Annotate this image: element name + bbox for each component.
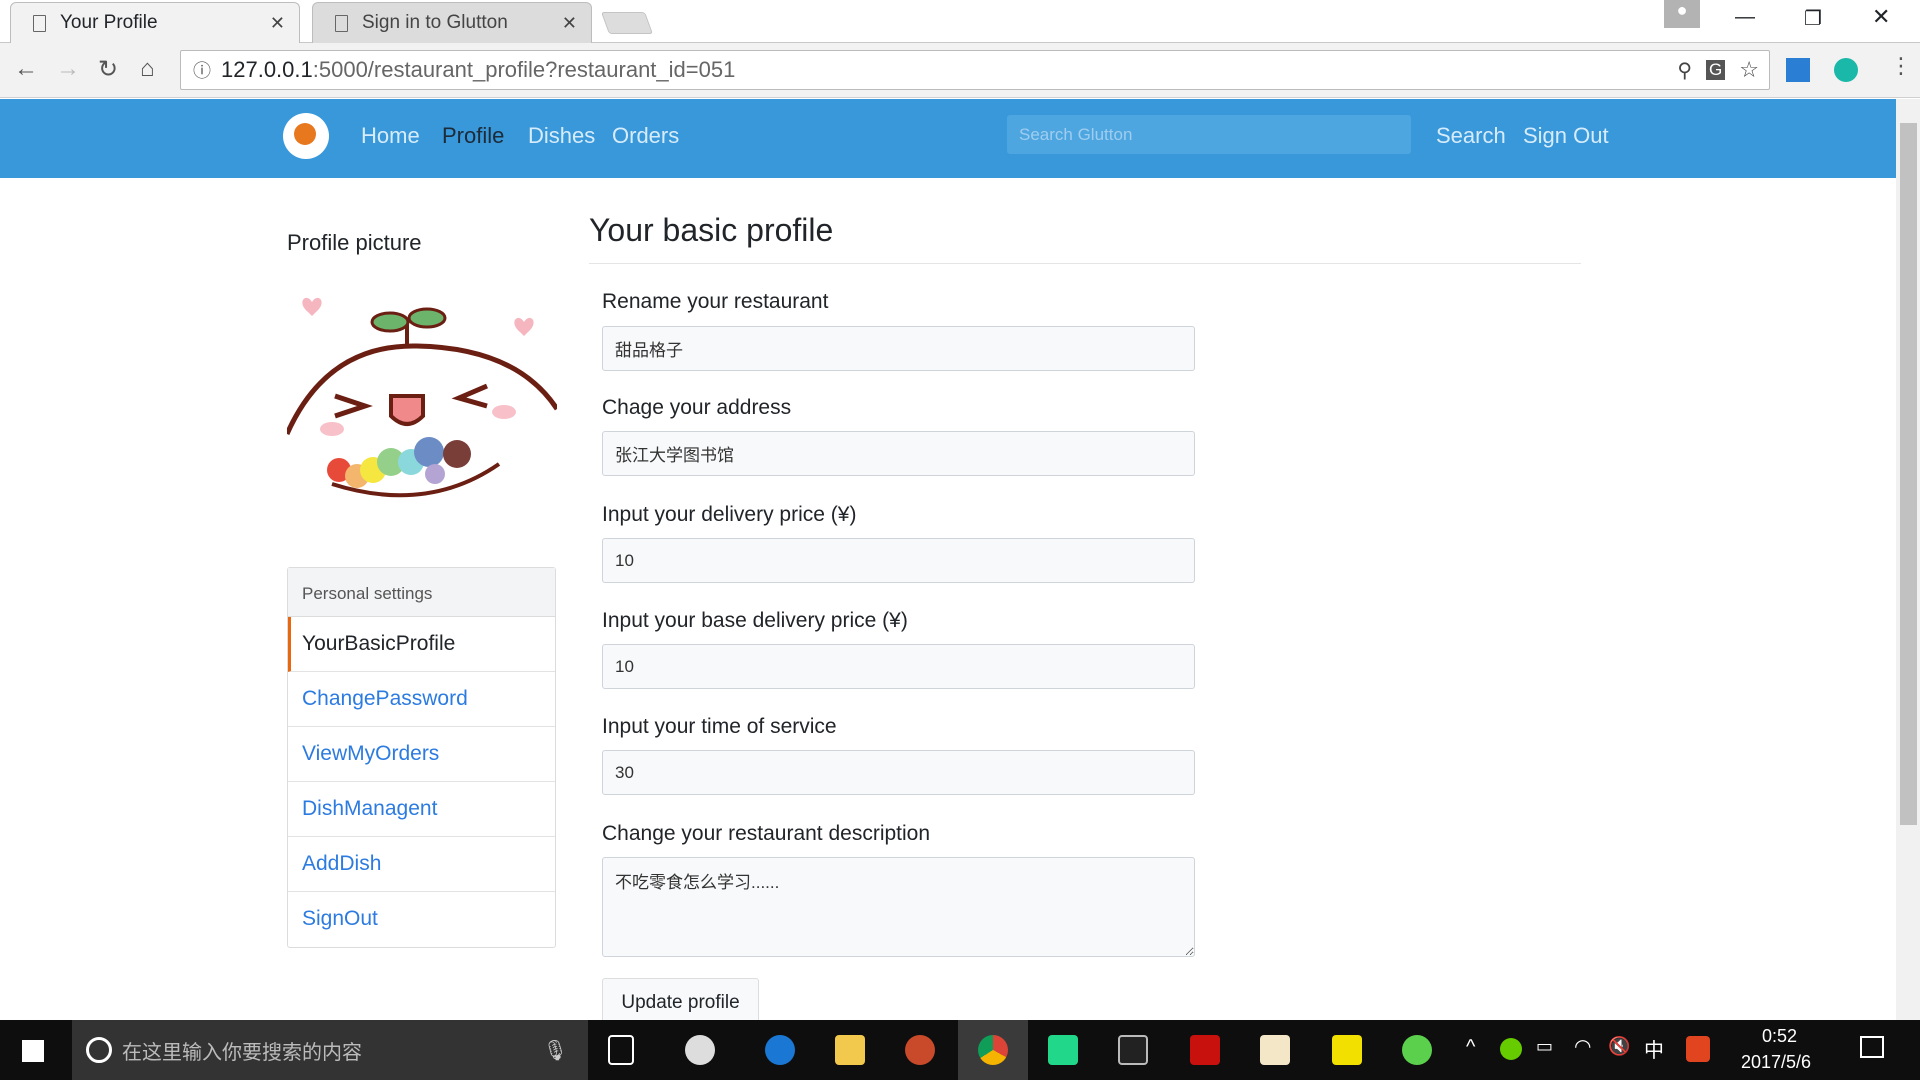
service-time-label: Input your time of service <box>602 715 837 738</box>
notepad-icon[interactable] <box>1260 1035 1290 1065</box>
sidebar-item-view-orders[interactable]: ViewMyOrders <box>288 727 555 782</box>
page-icon <box>33 14 46 32</box>
terminal-icon[interactable] <box>1118 1035 1148 1065</box>
page-title: Your basic profile <box>589 212 834 248</box>
sidebar-item-add-dish[interactable]: AddDish <box>288 837 555 892</box>
sign-out-link[interactable]: Sign Out <box>1523 123 1609 149</box>
page-icon <box>335 14 348 32</box>
volume-muted-icon[interactable]: 🔇 <box>1608 1036 1630 1057</box>
ime-indicator[interactable]: 中 <box>1644 1034 1664 1063</box>
taskbar-search-placeholder: 在这里输入你要搜索的内容 <box>122 1041 362 1064</box>
profile-icon[interactable]: ● <box>1664 0 1700 28</box>
acrobat-icon[interactable] <box>1190 1035 1220 1065</box>
profile-picture <box>287 297 557 498</box>
delivery-price-input[interactable] <box>602 538 1195 583</box>
settings-header: Personal settings <box>288 568 555 617</box>
taskbar-search[interactable]: 在这里输入你要搜索的内容 🎙 <box>72 1020 588 1080</box>
profile-picture-title: Profile picture <box>287 230 422 255</box>
chrome-icon[interactable] <box>978 1035 1008 1065</box>
tab-sign-in[interactable]: Sign in to Glutton ✕ <box>312 2 592 43</box>
tab-your-profile[interactable]: Your Profile ✕ <box>10 2 300 43</box>
battery-icon[interactable]: ▭ <box>1536 1036 1553 1057</box>
sidebar-item-sign-out[interactable]: SignOut <box>288 892 555 947</box>
tray-chevron-icon[interactable]: ^ <box>1466 1036 1475 1059</box>
sidebar-item-dish-management[interactable]: DishManagent <box>288 782 555 837</box>
home-icon[interactable]: ⌂ <box>140 55 155 83</box>
file-explorer-icon[interactable] <box>835 1035 865 1065</box>
cortana-icon <box>86 1037 112 1063</box>
address-label: Chage your address <box>602 396 792 419</box>
description-textarea[interactable]: 不吃零食怎么学习...... <box>602 857 1195 957</box>
nav-home[interactable]: Home <box>361 123 420 149</box>
app-icon[interactable] <box>685 1035 715 1065</box>
delivery-price-label: Input your delivery price (¥) <box>602 503 857 526</box>
settings-list: Personal settings YourBasicProfile Chang… <box>287 567 556 948</box>
restaurant-name-input[interactable] <box>602 326 1195 371</box>
extension-icon[interactable] <box>1786 58 1810 82</box>
sogou-icon[interactable] <box>1686 1036 1710 1062</box>
browser-tab-strip: Your Profile ✕ Sign in to Glutton ✕ ● — … <box>0 0 1920 43</box>
tab-title: Your Profile <box>60 12 158 33</box>
base-delivery-price-input[interactable] <box>602 644 1195 689</box>
close-tab-icon[interactable]: ✕ <box>562 13 577 34</box>
zoom-icon[interactable]: ⚲ <box>1677 58 1692 83</box>
clock-time[interactable]: 0:52 <box>1762 1026 1797 1047</box>
search-button[interactable]: Search <box>1436 123 1506 149</box>
wifi-icon[interactable]: ◠ <box>1574 1034 1591 1059</box>
restaurant-name-label: Rename your restaurant <box>602 290 829 313</box>
wechat-icon[interactable] <box>1402 1035 1432 1065</box>
minimize-icon[interactable]: — <box>1735 6 1755 29</box>
windows-start-icon[interactable] <box>22 1040 44 1062</box>
pycharm-icon[interactable] <box>1048 1035 1078 1065</box>
edge-icon[interactable] <box>765 1035 795 1065</box>
windows-taskbar: 在这里输入你要搜索的内容 🎙 ^ ▭ ◠ 🔇 中 0:52 2017/5/6 <box>0 1020 1920 1080</box>
microphone-icon[interactable]: 🎙 <box>543 1038 568 1063</box>
glutton-logo[interactable] <box>283 113 329 159</box>
close-window-icon[interactable]: ✕ <box>1872 4 1890 30</box>
site-navbar: Home Profile Dishes Orders Search Sign O… <box>0 99 1896 178</box>
address-input[interactable] <box>602 431 1195 476</box>
account-avatar-icon[interactable] <box>1834 58 1858 82</box>
address-bar[interactable]: ⓘ 127.0.0.1:5000/restaurant_profile?rest… <box>180 50 1770 90</box>
browser-toolbar: ← → ↻ ⌂ ⓘ 127.0.0.1:5000/restaurant_prof… <box>0 43 1920 98</box>
pdf-icon[interactable] <box>1332 1035 1362 1065</box>
back-icon[interactable]: ← <box>14 55 38 83</box>
description-label: Change your restaurant description <box>602 822 931 845</box>
app-icon[interactable] <box>905 1035 935 1065</box>
nav-profile[interactable]: Profile <box>442 123 504 149</box>
info-icon: ⓘ <box>193 61 211 81</box>
title-divider <box>589 263 1581 264</box>
task-view-icon[interactable] <box>608 1035 634 1065</box>
tray-app-icon[interactable] <box>1500 1038 1522 1060</box>
url-host: 127.0.0.1 <box>221 57 313 82</box>
notifications-icon[interactable] <box>1860 1036 1884 1058</box>
sidebar-item-basic-profile[interactable]: YourBasicProfile <box>288 617 555 672</box>
scrollbar-thumb[interactable] <box>1900 123 1917 825</box>
clock-date[interactable]: 2017/5/6 <box>1741 1052 1811 1073</box>
sidebar-item-change-password[interactable]: ChangePassword <box>288 672 555 727</box>
forward-icon[interactable]: → <box>56 55 80 83</box>
url-path: :5000/restaurant_profile?restaurant_id=0… <box>312 57 736 82</box>
restore-icon[interactable]: ❐ <box>1804 6 1822 31</box>
tab-title: Sign in to Glutton <box>362 12 508 33</box>
menu-icon[interactable]: ⋮ <box>1890 53 1912 79</box>
close-tab-icon[interactable]: ✕ <box>270 13 285 34</box>
service-time-input[interactable] <box>602 750 1195 795</box>
bookmark-star-icon[interactable]: ☆ <box>1739 57 1759 83</box>
new-tab-button[interactable] <box>600 12 654 34</box>
base-delivery-price-label: Input your base delivery price (¥) <box>602 609 908 632</box>
nav-orders[interactable]: Orders <box>612 123 679 149</box>
translate-icon[interactable]: G <box>1706 60 1726 80</box>
reload-icon[interactable]: ↻ <box>98 55 118 84</box>
nav-dishes[interactable]: Dishes <box>528 123 595 149</box>
search-input[interactable] <box>1007 115 1411 154</box>
